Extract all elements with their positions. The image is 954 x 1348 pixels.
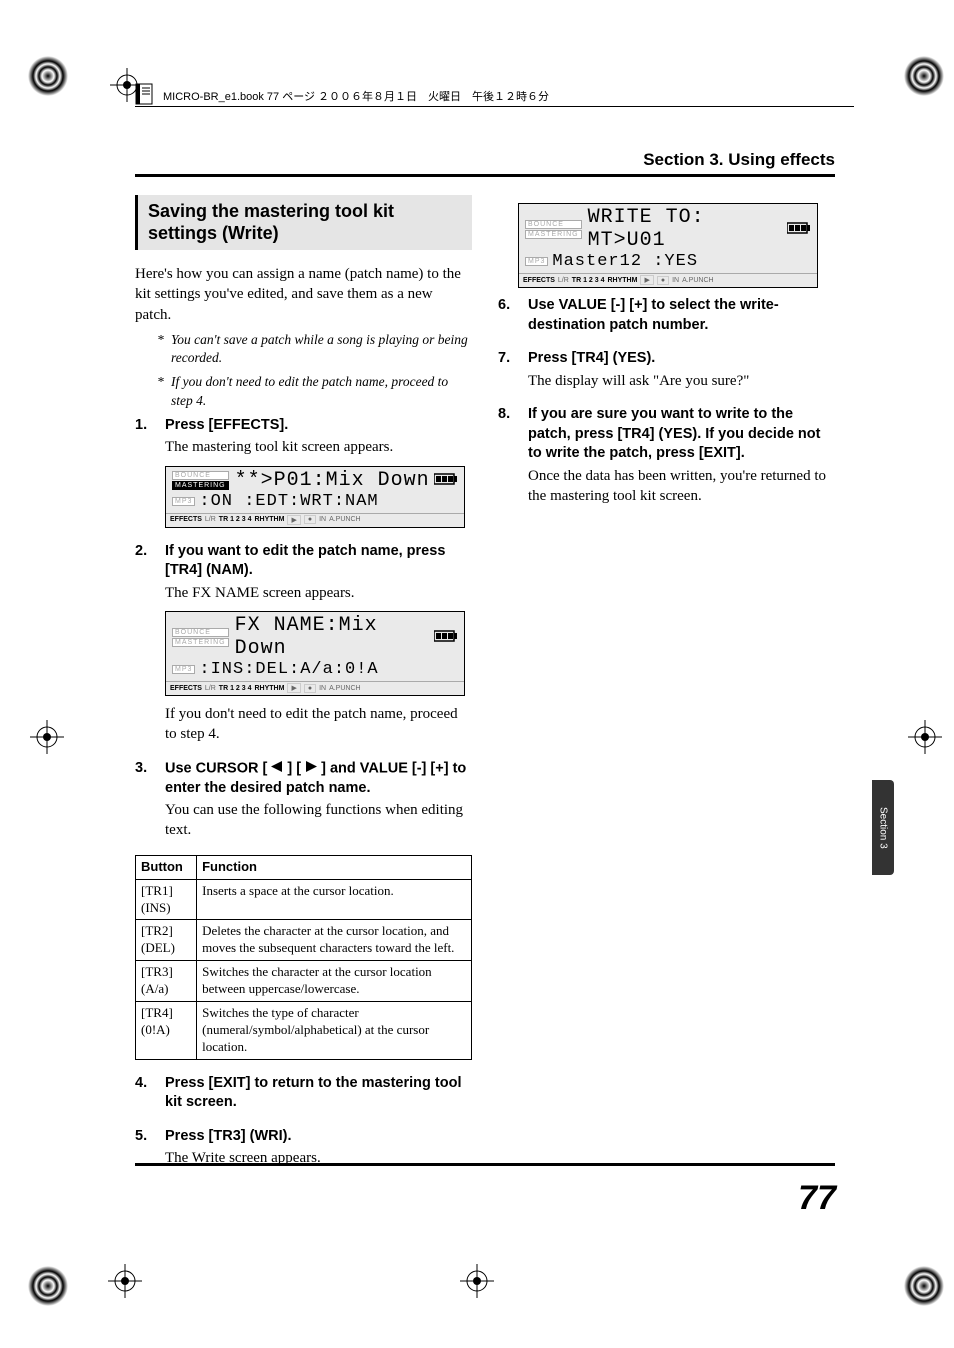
note-text: If you don't need to edit the patch name…	[171, 373, 472, 409]
section-header: Section 3. Using effects	[135, 150, 835, 170]
step-head-text: Use VALUE [-] [+] to select the write-de…	[528, 296, 835, 335]
step-num: 6.	[498, 296, 516, 335]
print-mark-tl	[28, 56, 68, 96]
side-tab: Section 3	[872, 780, 894, 875]
lcd-screenshot-2: BOUNCE MASTERING FX NAME:Mix Down MP3 :I…	[165, 611, 465, 696]
battery-icon	[434, 469, 458, 492]
step-head-text: Press [EXIT] to return to the mastering …	[165, 1074, 472, 1113]
lcd-badge-bounce: BOUNCE	[172, 471, 229, 480]
lcd-bottom-row: EFFECTS L/R TR 1 2 3 4 RHYTHM ▶ ● IN A.P…	[519, 273, 817, 287]
step-num: 5.	[135, 1127, 153, 1147]
asterisk: *	[157, 331, 171, 367]
step-body: The mastering tool kit screen appears.	[165, 437, 472, 457]
print-mark-bl	[28, 1266, 68, 1306]
step-2: 2. If you want to edit the patch name, p…	[135, 542, 472, 745]
step-body: The display will ask "Are you sure?"	[528, 371, 835, 391]
lcd-badge-bounce: BOUNCE	[525, 220, 582, 229]
asterisk: *	[157, 373, 171, 409]
step-body: The FX NAME screen appears.	[165, 583, 472, 603]
file-header-text: MICRO-BR_e1.book 77 ページ ２００６年８月１日 火曜日 午後…	[163, 88, 549, 104]
lcd-line1-text: FX NAME:Mix Down	[235, 614, 434, 660]
lcd-badge-mp3: MP3	[172, 665, 195, 674]
book-icon	[135, 83, 153, 108]
lcd-badge-mastering: MASTERING	[172, 481, 229, 490]
table-row: [TR2] (DEL) Deletes the character at the…	[136, 920, 472, 961]
step-head-text: Use CURSOR [ ] [ ] and VALUE [-] [+] to …	[165, 759, 472, 799]
lcd-screenshot-1: BOUNCE MASTERING **>P01:Mix Down MP3 :ON…	[165, 466, 465, 528]
lcd-badge-bounce: BOUNCE	[172, 628, 229, 637]
table-row: [TR1] (INS) Inserts a space at the curso…	[136, 879, 472, 920]
step-7: 7. Press [TR4] (YES). The display will a…	[498, 349, 835, 391]
th-function: Function	[197, 855, 472, 879]
print-mark-tr	[904, 56, 944, 96]
lcd-badge-mastering: MASTERING	[172, 638, 229, 647]
step-num: 7.	[498, 349, 516, 369]
lcd-bottom-row: EFFECTS L/R TR 1 2 3 4 RHYTHM ▶ ● IN A.P…	[166, 681, 464, 695]
lcd-line1-text: WRITE TO: MT>U01	[588, 206, 787, 252]
step-body: You can use the following functions when…	[165, 800, 472, 841]
step-head-text: If you want to edit the patch name, pres…	[165, 542, 472, 581]
step-head-text: Press [TR3] (WRI).	[165, 1127, 292, 1147]
title-block: Saving the mastering tool kit settings (…	[135, 195, 472, 250]
left-arrow-icon	[271, 759, 283, 779]
lcd-line2-text: :INS:DEL:A/a:0!A	[199, 660, 378, 679]
step-8: 8. If you are sure you want to write to …	[498, 405, 835, 506]
print-mark-br	[904, 1266, 944, 1306]
step-body-extra: If you don't need to edit the patch name…	[165, 704, 472, 745]
step-3: 3. Use CURSOR [ ] [ ] and VALUE [-] [+] …	[135, 759, 472, 841]
page-number: 77	[798, 1179, 836, 1218]
lcd-line1-text: **>P01:Mix Down	[235, 469, 430, 492]
step-body: Once the data has been written, you're r…	[528, 466, 835, 507]
footer-rule	[135, 1163, 835, 1166]
lcd-bottom-row: EFFECTS L/R TR 1 2 3 4 RHYTHM ▶ ● IN A.P…	[166, 513, 464, 527]
table-row: [TR3] (A/a) Switches the character at th…	[136, 961, 472, 1002]
step-head-text: If you are sure you want to write to the…	[528, 405, 835, 464]
step-num: 3.	[135, 759, 153, 799]
reg-mark-left	[30, 720, 64, 754]
lcd-line2-text: :ON :EDT:WRT:NAM	[199, 492, 378, 511]
note-text: You can't save a patch while a song is p…	[171, 331, 472, 367]
step-6: 6. Use VALUE [-] [+] to select the write…	[498, 296, 835, 335]
note-2: * If you don't need to edit the patch na…	[157, 373, 472, 409]
battery-icon	[434, 626, 458, 649]
step-num: 1.	[135, 416, 153, 436]
lcd-badge-mp3: MP3	[525, 257, 548, 266]
step-num: 8.	[498, 405, 516, 464]
lcd-badge-mp3: MP3	[172, 497, 195, 506]
intro-paragraph: Here's how you can assign a name (patch …	[135, 264, 472, 325]
lcd-line2-text: Master12 :YES	[552, 252, 698, 271]
step-num: 4.	[135, 1074, 153, 1113]
battery-icon	[787, 218, 811, 241]
title-text: Saving the mastering tool kit settings (…	[148, 201, 464, 244]
lcd-badge-mastering: MASTERING	[525, 230, 582, 239]
table-row: [TR4] (0!A) Switches the type of charact…	[136, 1001, 472, 1059]
header-rule	[135, 106, 854, 107]
right-arrow-icon	[305, 759, 317, 779]
reg-mark-right	[908, 720, 942, 754]
step-1: 1. Press [EFFECTS]. The mastering tool k…	[135, 416, 472, 528]
reg-mark-bl2	[108, 1264, 142, 1298]
lcd-screenshot-3: BOUNCE MASTERING WRITE TO: MT>U01 MP3 Ma…	[518, 203, 818, 288]
step-head-text: Press [TR4] (YES).	[528, 349, 655, 369]
reg-mark-bottom	[460, 1264, 494, 1298]
file-header: MICRO-BR_e1.book 77 ページ ２００６年８月１日 火曜日 午後…	[135, 83, 844, 108]
step-num: 2.	[135, 542, 153, 581]
step-4: 4. Press [EXIT] to return to the masteri…	[135, 1074, 472, 1113]
step-head-text: Press [EFFECTS].	[165, 416, 288, 436]
button-function-table: Button Function [TR1] (INS) Inserts a sp…	[135, 855, 472, 1060]
section-divider	[135, 174, 835, 177]
th-button: Button	[136, 855, 197, 879]
note-1: * You can't save a patch while a song is…	[157, 331, 472, 367]
